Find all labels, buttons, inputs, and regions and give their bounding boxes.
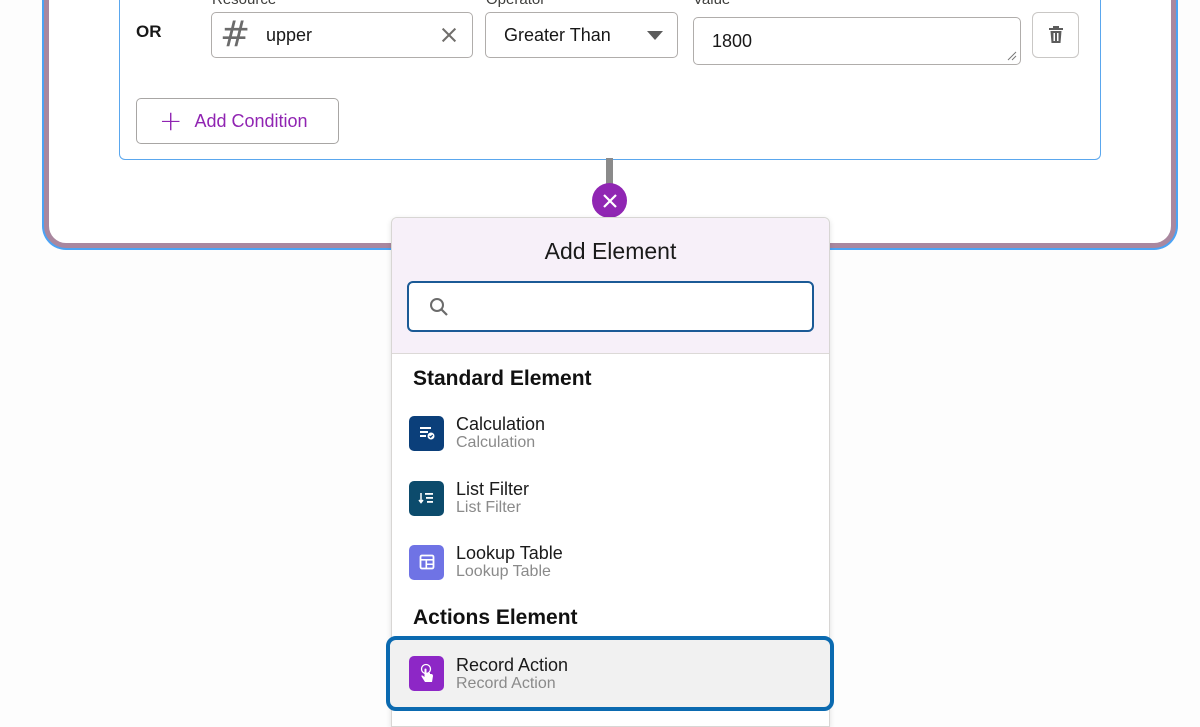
item-label: List Filter — [456, 479, 530, 499]
popover-header: Add Element — [392, 218, 829, 354]
operator-label: Operator — [486, 0, 545, 8]
element-search-input[interactable] — [459, 296, 799, 317]
calculation-icon — [409, 415, 444, 451]
touch-icon — [409, 656, 444, 691]
add-condition-label: Add Condition — [194, 110, 308, 131]
element-search-box[interactable] — [407, 281, 814, 332]
value-text: 1800 — [712, 31, 753, 51]
flow-connector — [606, 158, 613, 184]
lookup-table-icon — [409, 544, 444, 580]
value-textarea[interactable]: 1800 — [693, 17, 1021, 65]
item-label: Lookup Table — [456, 543, 563, 563]
item-sublabel: Calculation — [456, 434, 536, 451]
value-label: Value — [693, 0, 730, 8]
add-condition-button[interactable]: + Add Condition — [136, 98, 339, 144]
operator-select[interactable]: Greater Than — [485, 12, 678, 58]
item-sublabel: List Filter — [456, 499, 521, 516]
list-filter-icon — [409, 480, 444, 516]
resource-combobox[interactable]: # upper — [211, 12, 473, 58]
operator-value: Greater Than — [504, 24, 611, 45]
section-title-actions: Actions Element — [413, 606, 578, 629]
resource-value: upper — [266, 24, 313, 45]
search-icon — [430, 297, 448, 316]
item-label: Calculation — [456, 414, 546, 434]
clear-icon[interactable] — [438, 24, 460, 46]
logic-operator-label: OR — [136, 22, 162, 41]
close-add-element-button[interactable] — [592, 183, 627, 218]
section-title-standard: Standard Element — [413, 367, 592, 390]
list-item-list-filter[interactable]: List Filter List Filter — [392, 468, 829, 528]
item-sublabel: Record Action — [456, 674, 556, 692]
item-label: Record Action — [456, 654, 569, 675]
list-item-record-action[interactable]: Record Action Record Action — [386, 636, 834, 711]
delete-condition-button[interactable] — [1032, 12, 1079, 58]
resource-label: Resource — [212, 0, 276, 8]
resize-handle-icon[interactable] — [1007, 51, 1017, 61]
list-item-lookup-table[interactable]: Lookup Table Lookup Table — [392, 532, 829, 592]
chevron-down-icon — [647, 30, 663, 40]
close-icon — [602, 193, 617, 208]
plus-icon: + — [159, 104, 183, 137]
trash-icon — [1048, 26, 1063, 43]
number-icon: # — [220, 14, 251, 55]
popover-title: Add Element — [544, 238, 677, 264]
list-item-calculation[interactable]: Calculation Calculation — [392, 403, 829, 463]
item-sublabel: Lookup Table — [456, 563, 551, 580]
page: Resource Operator Value OR # upper Great… — [0, 0, 1200, 727]
